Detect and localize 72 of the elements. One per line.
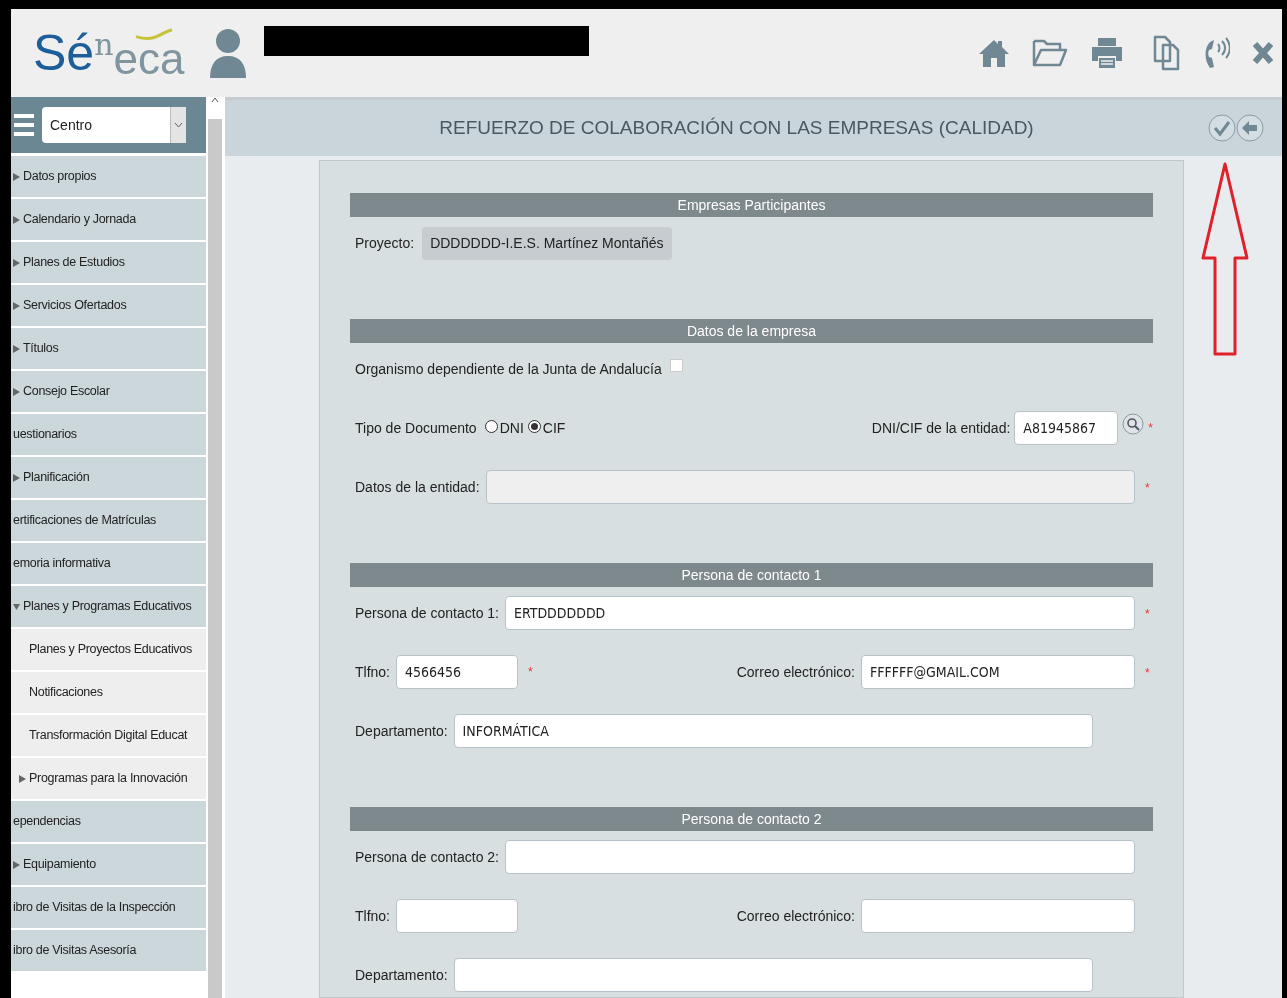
field-label: CIF <box>542 418 566 438</box>
sidebar-item[interactable]: Servicios Ofertados <box>11 285 206 326</box>
field-label: Persona de contacto 2: <box>355 847 499 867</box>
field-label: Departamento: <box>355 721 448 741</box>
sidebar-item[interactable]: ependencias <box>11 801 206 842</box>
sidebar-item[interactable]: Datos propios <box>11 156 206 197</box>
radio-button[interactable] <box>484 420 498 433</box>
field-label: DNI <box>499 418 524 438</box>
check-icon[interactable] <box>1208 114 1236 142</box>
section-header: Persona de contacto 1 <box>350 563 1153 587</box>
required-asterisk: * <box>1144 607 1150 621</box>
field-label: Correo electrónico: <box>736 662 855 682</box>
field-label: Tlfno: <box>355 906 390 926</box>
text-field[interactable]: ERTDDDDDDD <box>505 596 1135 630</box>
required-asterisk: * <box>1144 666 1150 680</box>
field-label: DNI/CIF de la entidad: <box>871 418 1011 438</box>
sidebar-item[interactable]: emoria informativa <box>11 543 206 584</box>
chevron-up-icon <box>211 97 219 103</box>
field-label: Departamento: <box>355 965 448 985</box>
sidebar-item[interactable]: Consejo Escolar <box>11 371 206 412</box>
sidebar-item[interactable]: ibro de Visitas de la Inspección <box>11 887 206 928</box>
text-field[interactable] <box>396 899 518 933</box>
sidebar-item[interactable]: Planes y Programas Educativos <box>11 586 206 627</box>
text-field[interactable]: 4566456 <box>396 655 518 689</box>
sidebar-item[interactable]: Planes y Proyectos Educativos <box>11 629 206 670</box>
sidebar-item[interactable]: Transformación Digital Educat <box>11 715 206 756</box>
user-icon <box>208 28 249 78</box>
sidebar-item[interactable]: ibro de Visitas Asesoría <box>11 930 206 971</box>
home-icon[interactable] <box>978 38 1010 68</box>
logo-text: n <box>94 30 114 60</box>
text-field[interactable] <box>505 840 1135 874</box>
field-label: Organismo dependiente de la Junta de Andalucía <box>355 359 662 379</box>
sidebar-item[interactable]: Equipamiento <box>11 844 206 885</box>
print-icon[interactable] <box>1090 36 1124 70</box>
search-icon[interactable] <box>1122 413 1145 435</box>
sidebar-item[interactable]: uestionarios <box>11 414 206 455</box>
logo-text: eca <box>113 42 185 78</box>
select-dropdown[interactable]: Centro <box>42 107 186 143</box>
sidebar-item[interactable]: Calendario y Jornada <box>11 199 206 240</box>
field-label: Tlfno: <box>355 662 390 682</box>
sidebar-item[interactable]: Planes de Estudios <box>11 242 206 283</box>
project-value: DDDDDDD-I.E.S. Martínez Montañés <box>422 226 672 260</box>
checkbox[interactable] <box>669 358 683 372</box>
sidebar-item[interactable]: Títulos <box>11 328 206 369</box>
section-header: Empresas Participantes <box>350 193 1153 217</box>
required-asterisk: * <box>527 664 533 681</box>
text-field[interactable]: A81945867 <box>1014 411 1119 445</box>
folder-icon[interactable] <box>1032 37 1068 69</box>
menu-icon[interactable] <box>14 113 34 137</box>
sidebar-item[interactable]: Programas para la Innovación <box>11 758 206 799</box>
scrollbar[interactable] <box>206 97 222 998</box>
field-label: Persona de contacto 1: <box>355 603 499 623</box>
text-field[interactable] <box>453 958 1093 992</box>
text-field[interactable]: FFFFFF@GMAIL.COM <box>861 655 1135 689</box>
page-title: REFUERZO DE COLABORACIÓN CON LAS EMPRESAS (CALIDAD) <box>438 115 1035 140</box>
sidebar-item[interactable]: ertificaciones de Matrículas <box>11 500 206 541</box>
text-field[interactable]: INFORMÁTICA <box>453 714 1093 748</box>
required-asterisk: * <box>1147 420 1153 437</box>
sidebar-item[interactable]: Planificación <box>11 457 206 498</box>
radio-button[interactable] <box>527 420 541 433</box>
logo-text: Sé <box>33 28 95 78</box>
required-asterisk: * <box>1144 481 1150 495</box>
section-header: Persona de contacto 2 <box>350 807 1153 831</box>
section-header: Datos de la empresa <box>350 319 1153 343</box>
sidebar-item[interactable]: Notificaciones <box>11 672 206 713</box>
field-label: Tipo de Documento <box>355 418 477 438</box>
chevron-down-icon <box>174 122 183 128</box>
close-icon[interactable] <box>1252 41 1274 65</box>
field-label: Proyecto: <box>355 233 415 253</box>
field-label: Datos de la entidad: <box>355 477 480 497</box>
field-label: Correo electrónico: <box>736 906 855 926</box>
text-field[interactable] <box>861 899 1135 933</box>
